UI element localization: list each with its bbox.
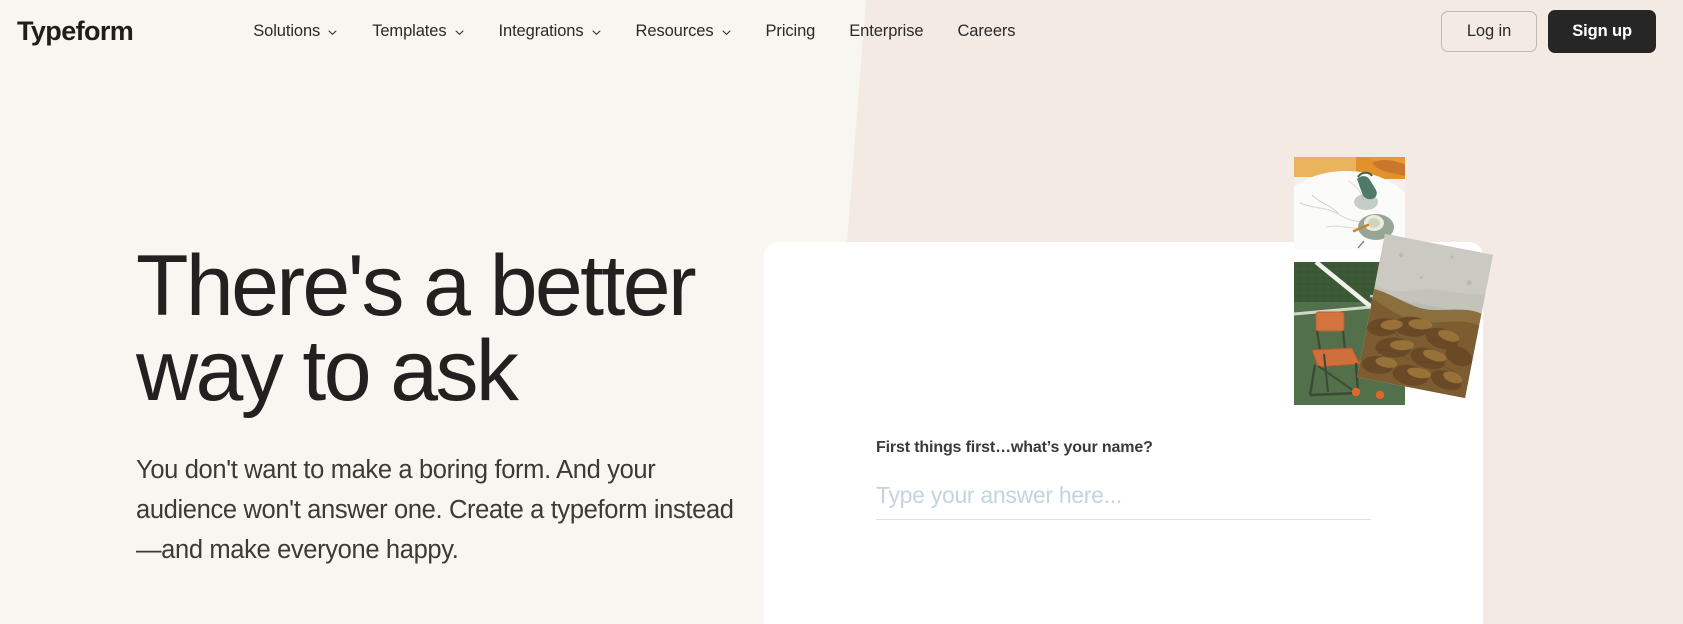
nav-item-label: Resources xyxy=(635,22,714,40)
nav-item-pricing[interactable]: Pricing xyxy=(749,16,833,47)
signup-button[interactable]: Sign up xyxy=(1548,9,1656,54)
nav-item-label: Pricing xyxy=(765,22,816,40)
hero-subtitle: You don't want to make a boring form. An… xyxy=(136,456,734,565)
chevron-down-icon xyxy=(721,27,732,38)
page-title-line-2: way to ask xyxy=(136,323,519,420)
form-preview-content: First things first…what’s your name? xyxy=(876,438,1371,520)
nav-item-integrations[interactable]: Integrations xyxy=(482,16,619,47)
chevron-down-icon xyxy=(591,27,602,38)
nav-item-label: Solutions xyxy=(253,22,321,40)
nav-item-label: Integrations xyxy=(498,22,584,40)
header-auth-actions: Log in Sign up xyxy=(1440,9,1656,54)
nav-item-label: Careers xyxy=(957,22,1016,40)
form-answer-field-wrapper xyxy=(876,481,1371,520)
nav-item-templates[interactable]: Templates xyxy=(355,16,481,47)
site-header: Typeform Solutions Templates Integration… xyxy=(0,0,1683,63)
main-navigation: Solutions Templates Integrations Resourc… xyxy=(236,16,1032,47)
page-title-line-1: There's a better xyxy=(136,238,697,334)
login-button[interactable]: Log in xyxy=(1440,10,1538,53)
nav-item-enterprise[interactable]: Enterprise xyxy=(832,16,940,47)
nav-item-label: Enterprise xyxy=(849,22,924,40)
nav-item-label: Templates xyxy=(372,22,447,40)
form-question-label: First things first…what’s your name? xyxy=(876,439,1153,456)
answer-input[interactable] xyxy=(876,481,1371,520)
page-title: There's a better way to ask xyxy=(136,243,756,414)
nav-item-resources[interactable]: Resources xyxy=(619,16,749,47)
nav-item-solutions[interactable]: Solutions xyxy=(236,16,355,47)
typeform-logo[interactable]: Typeform xyxy=(17,18,134,45)
chevron-down-icon xyxy=(454,27,465,38)
chevron-down-icon xyxy=(327,27,338,38)
hero-copy: There's a better way to ask You don't wa… xyxy=(136,243,756,570)
nav-item-careers[interactable]: Careers xyxy=(940,16,1032,47)
